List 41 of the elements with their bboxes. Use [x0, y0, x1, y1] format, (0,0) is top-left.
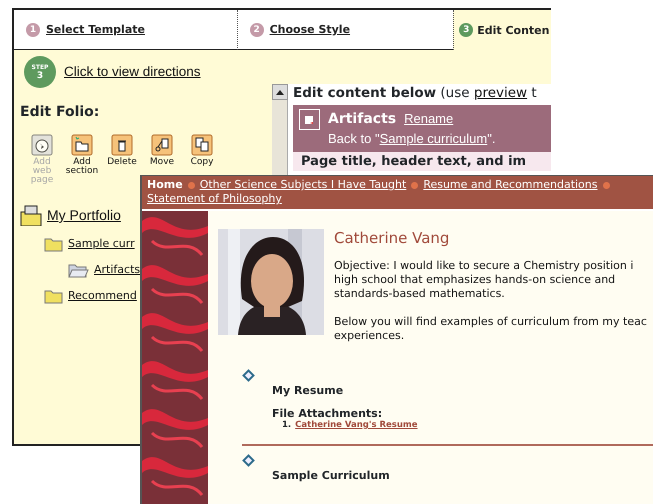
person-name: Catherine Vang — [334, 229, 450, 247]
preview-link[interactable]: preview — [474, 85, 528, 101]
back-link[interactable]: Sample curriculum — [380, 130, 488, 146]
tree-item[interactable]: My Portfolio — [20, 204, 121, 226]
nav-link[interactable]: Resume and Recommendations — [423, 178, 598, 192]
wizard-tab[interactable]: 2 Choose Style — [236, 10, 454, 50]
nav-link[interactable]: Home — [147, 178, 183, 192]
scroll-up-button[interactable] — [272, 84, 288, 100]
bullet-icon — [602, 182, 610, 188]
rename-link[interactable]: Rename — [404, 109, 454, 128]
instruction-text: Edit content below (use preview t — [293, 85, 538, 101]
back-link-text: Back to "Sample curriculum". — [328, 130, 496, 148]
wizard-tab[interactable]: 3 Edit Conten — [453, 10, 551, 50]
section-heading: Edit Folio: — [20, 104, 100, 120]
paragraph-text: Objective: I would like to secure a Chemistry position i high school that emphasizes hands-on science and standards-based mathematics. — [334, 259, 634, 301]
folder-icon — [71, 134, 93, 156]
page-icon — [299, 109, 320, 130]
section-title: Artifacts — [328, 111, 396, 127]
copy-icon — [191, 134, 213, 156]
field-label: Page title, header text, and im — [301, 154, 526, 169]
toolbar-button[interactable]: Delete — [106, 134, 138, 167]
folder-icon — [20, 204, 42, 226]
paragraph-text: Below you will find examples of curriculum from my teac experiences. — [334, 315, 647, 343]
bullet-icon — [188, 182, 195, 188]
toolbar-button[interactable]: Add section — [66, 134, 98, 176]
toolbar-button[interactable]: Copy — [186, 134, 218, 167]
section-title: My Resume — [272, 384, 344, 397]
nav-link[interactable]: Other Science Subjects I Have Taught — [200, 178, 406, 192]
bullet-icon — [411, 182, 418, 188]
toolbar-button[interactable]: Move — [146, 134, 178, 167]
section-title: Sample Curriculum — [272, 469, 391, 482]
attachments-heading: File Attachments: — [272, 407, 384, 420]
list-number: 1. — [282, 420, 292, 430]
trash-icon — [111, 134, 133, 156]
tree-item[interactable]: Artifacts — [68, 261, 140, 278]
tree-item[interactable]: Recommend — [44, 287, 137, 304]
attachment-link[interactable]: Catherine Vang's Resume — [295, 420, 418, 430]
nav-link[interactable]: Statement of Philosophy — [147, 192, 282, 206]
up-arrow-icon — [275, 88, 285, 96]
directions-link[interactable]: Click to view directions — [64, 62, 201, 82]
tree-item[interactable]: Sample curr — [44, 235, 135, 252]
